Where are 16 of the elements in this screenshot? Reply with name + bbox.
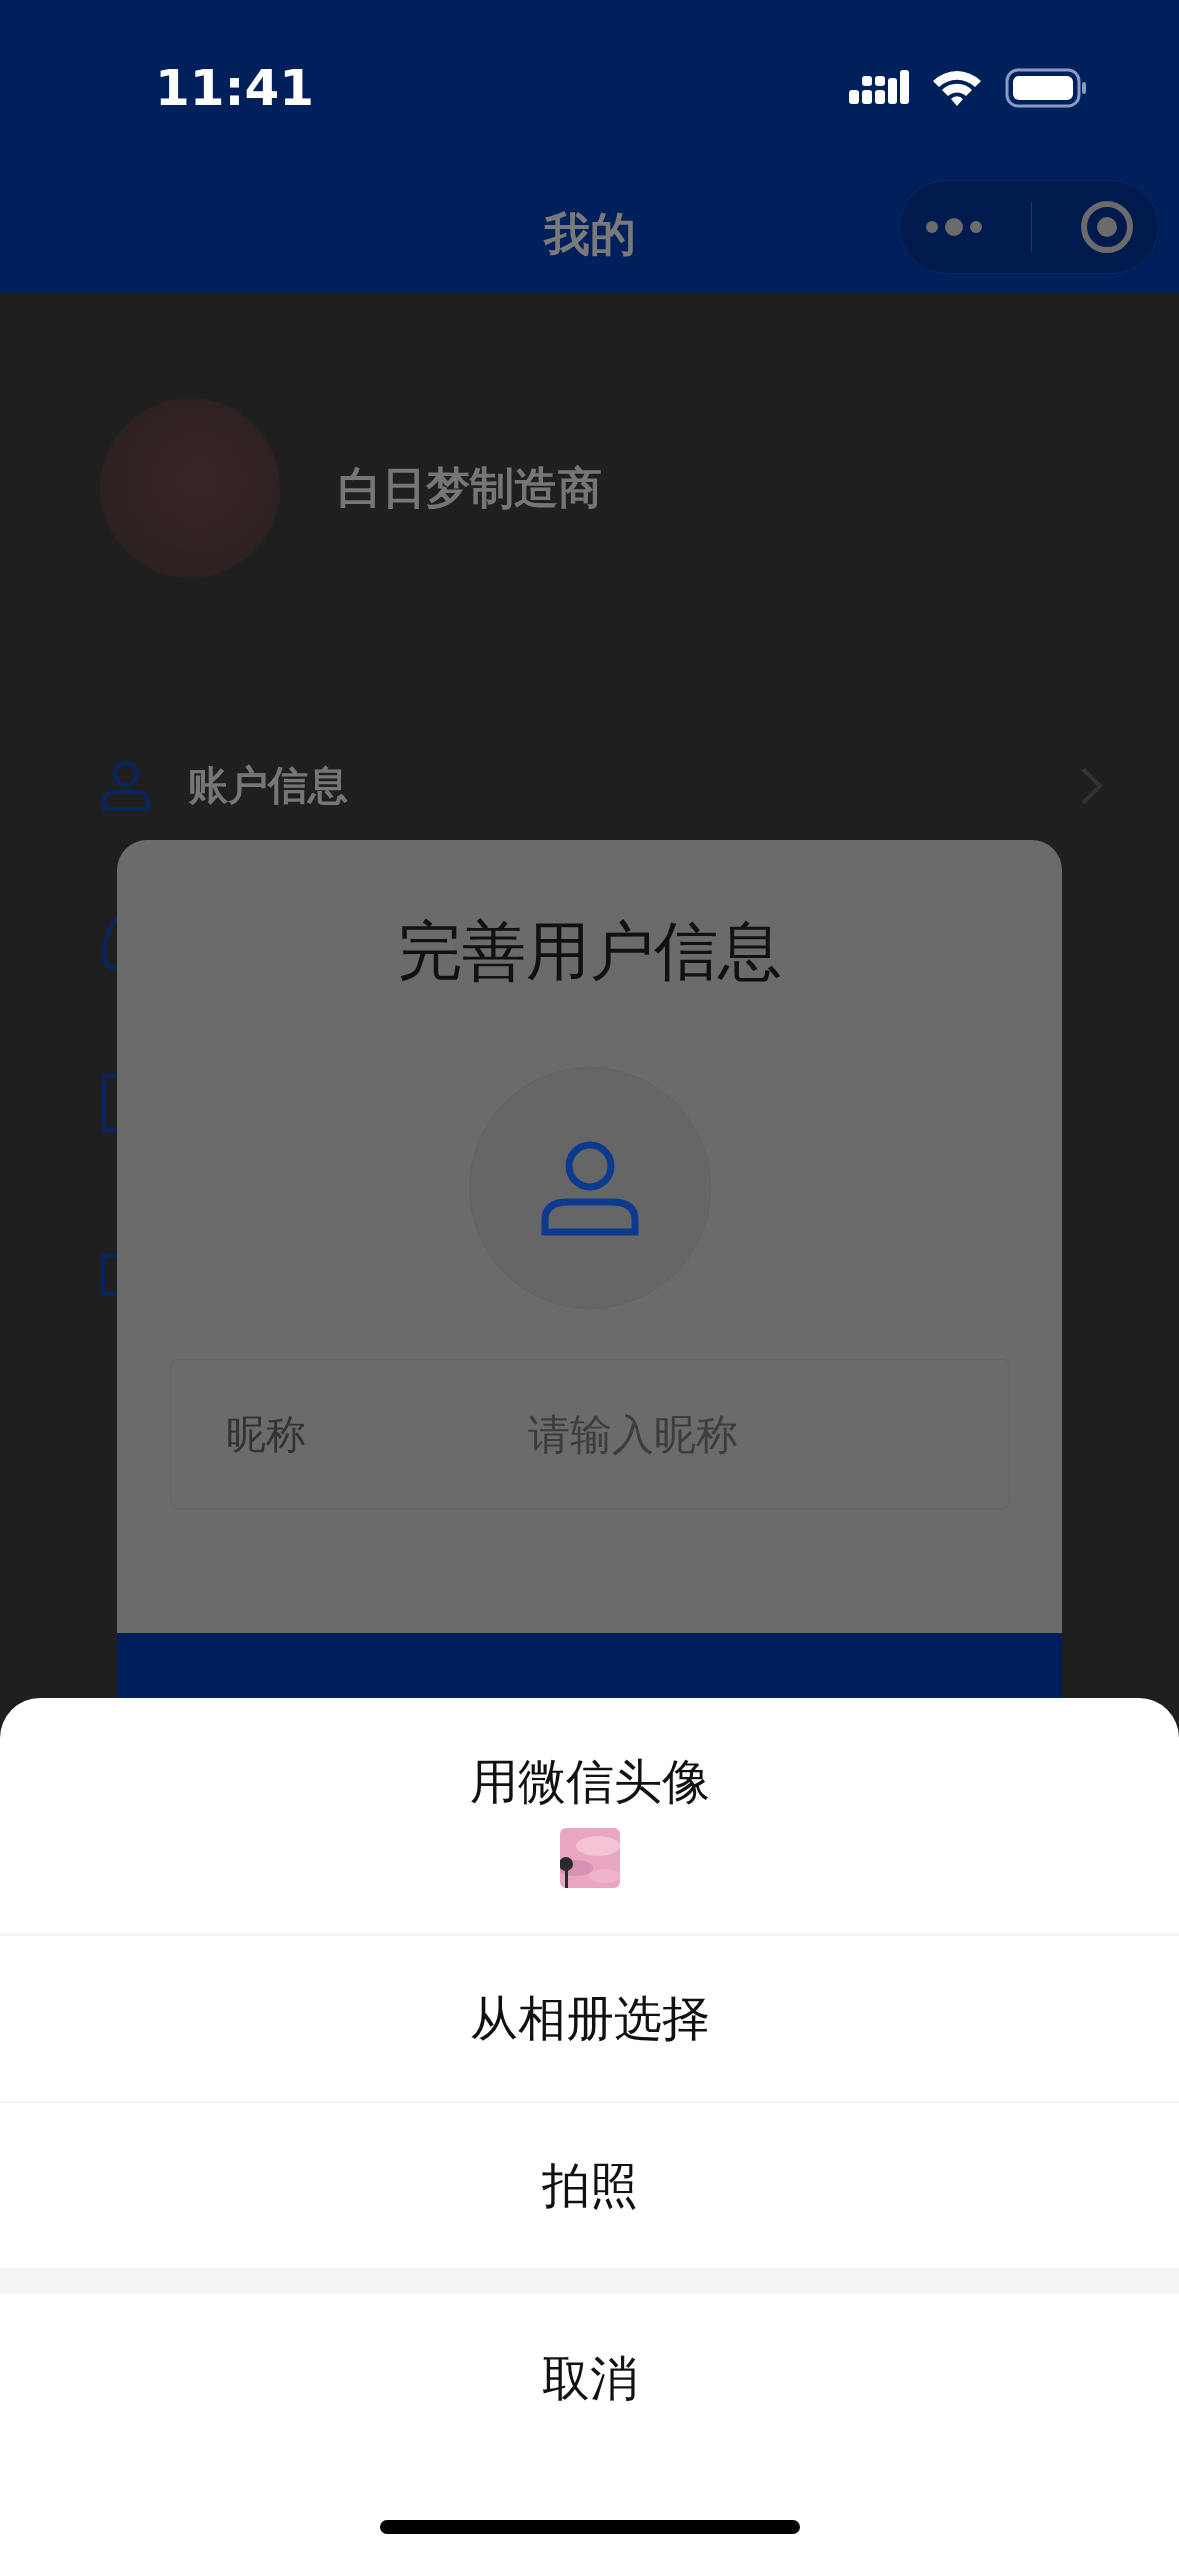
sheet-option[interactable]: 从相册选择 — [0, 1936, 1179, 2103]
person-icon — [539, 1140, 640, 1236]
dialog-title: 完善用户信息 — [397, 913, 782, 990]
wifi-icon — [931, 69, 983, 107]
cancel-button[interactable]: 取消 — [0, 2294, 1179, 2464]
menu-item[interactable]: 账户信息 — [100, 758, 1179, 813]
page-title: 我的 — [543, 205, 636, 263]
person-icon — [100, 759, 152, 812]
status-time: 11:41 — [155, 59, 315, 117]
more-icon[interactable] — [923, 217, 984, 237]
field-label: 昵称 — [225, 1409, 307, 1459]
signal-icon — [849, 70, 909, 106]
battery-icon — [1005, 68, 1087, 108]
user-name: 白日梦制造商 — [338, 460, 602, 515]
sheet-option[interactable]: 用微信头像 — [0, 1698, 1179, 1936]
close-icon[interactable] — [1078, 199, 1135, 255]
